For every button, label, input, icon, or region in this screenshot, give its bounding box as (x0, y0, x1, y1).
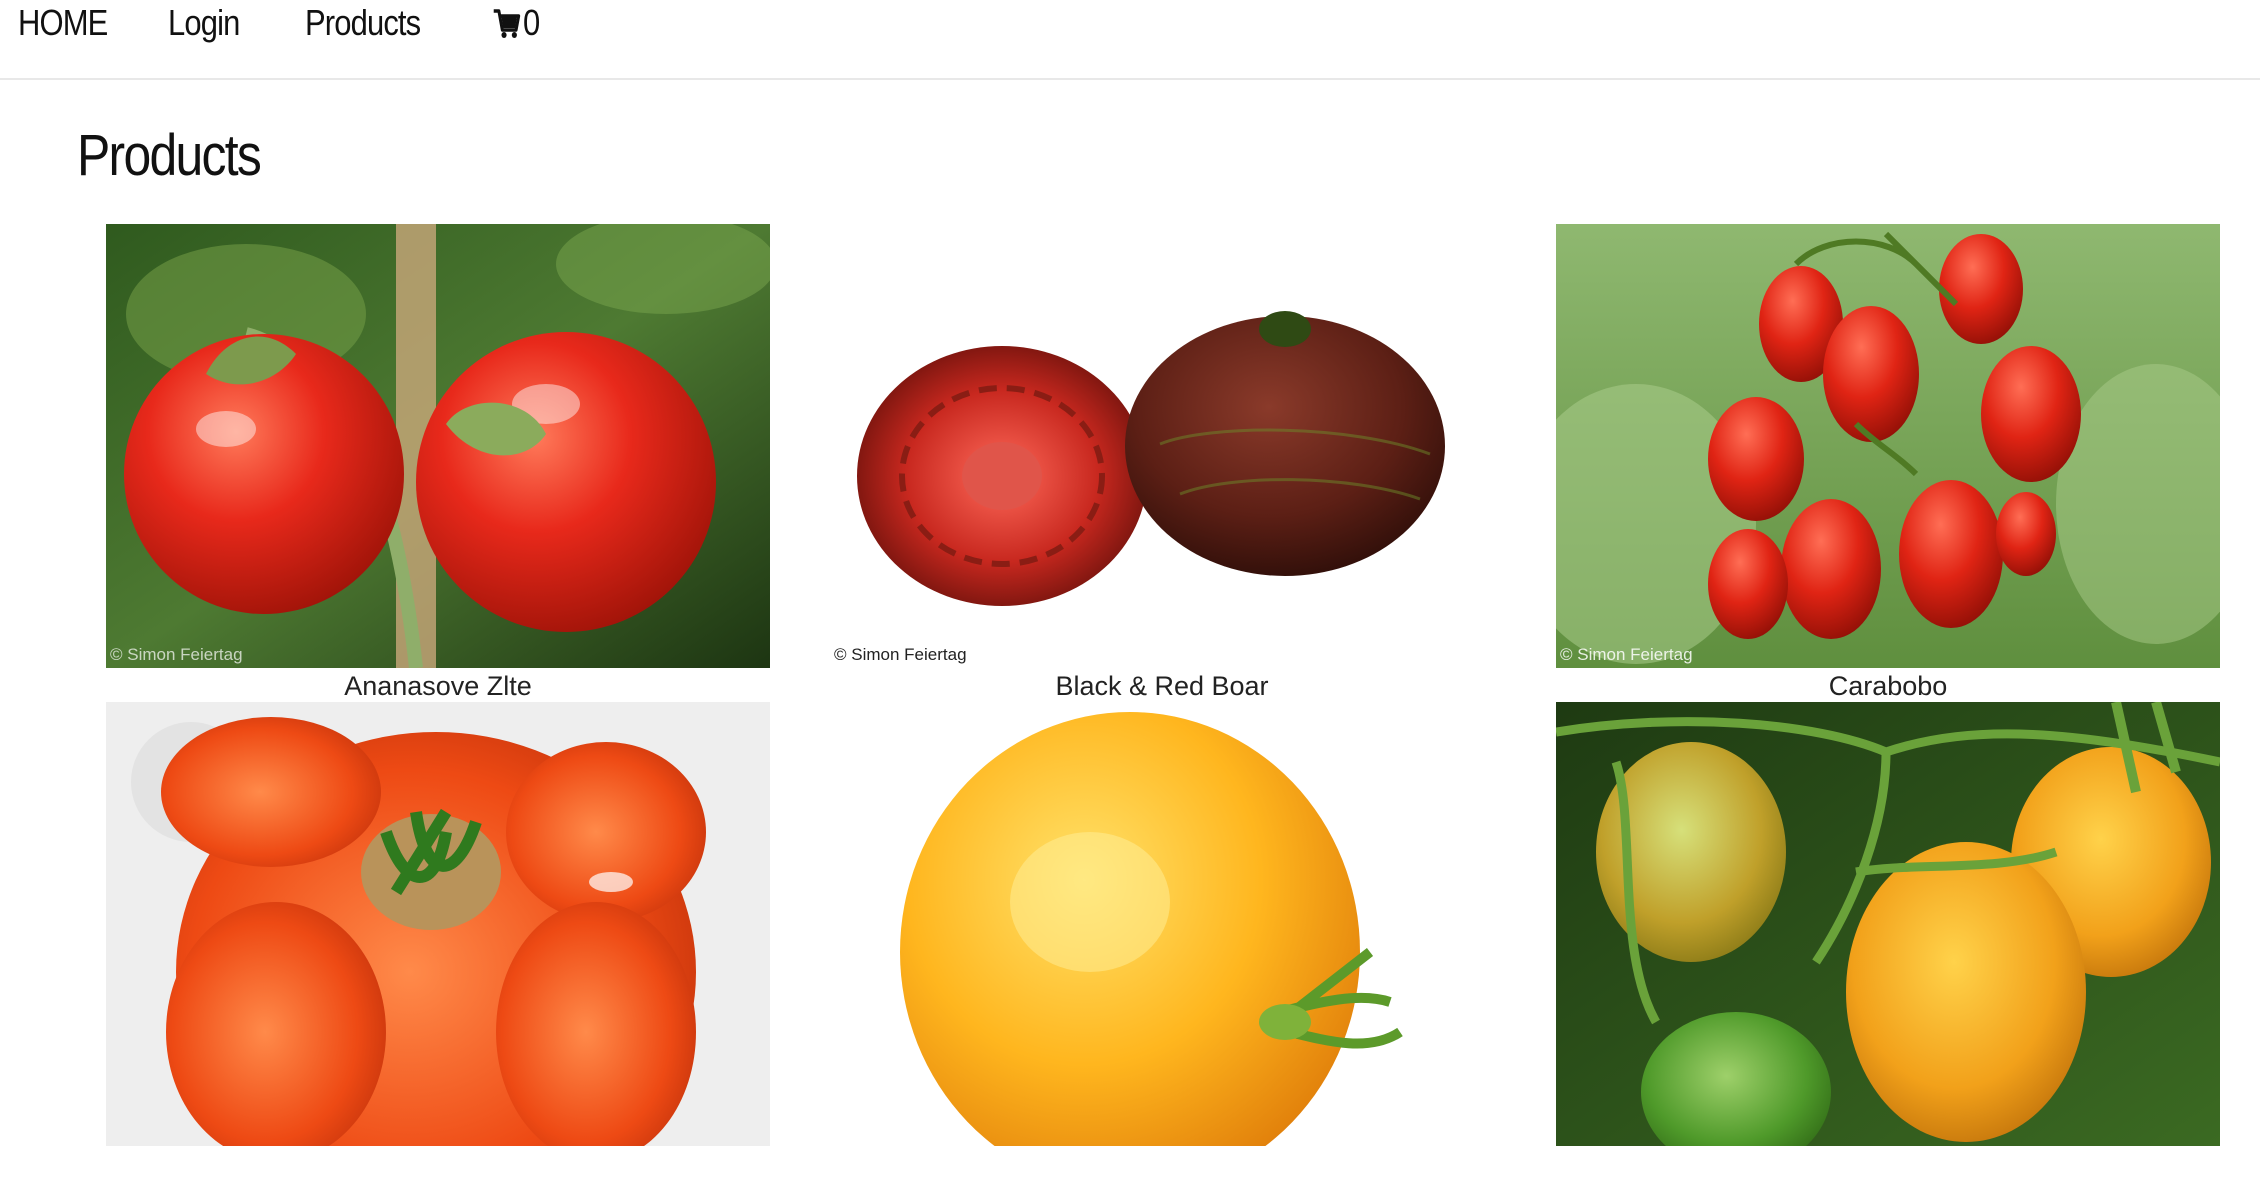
product-name[interactable]: Carabobo (1556, 668, 2220, 704)
product-image[interactable] (1556, 702, 2220, 1146)
product-name[interactable] (1556, 1146, 2220, 1182)
shopping-cart-icon (492, 6, 521, 40)
nav-products-link[interactable]: Products (305, 2, 421, 44)
nav-cart-link[interactable]: 0 (492, 2, 540, 44)
product-card[interactable] (1556, 702, 2220, 1182)
product-image[interactable]: © Simon Feiertag (830, 224, 1494, 668)
product-name[interactable] (830, 1146, 1494, 1182)
product-name[interactable] (106, 1146, 770, 1182)
watermark-text: © Simon Feiertag (1560, 645, 1693, 664)
product-image[interactable]: © Simon Feiertag (106, 224, 770, 668)
product-card[interactable] (830, 702, 1494, 1182)
product-card[interactable]: © Simon Feiertag Black & Red Boar (830, 224, 1494, 704)
nav-login-link[interactable]: Login (168, 2, 240, 44)
cart-count: 0 (522, 2, 540, 43)
product-image[interactable]: © Simon Feiertag (1556, 224, 2220, 668)
watermark-text: © Simon Feiertag (834, 645, 967, 664)
nav-home-link[interactable]: HOME (18, 2, 108, 44)
watermark-text: © Simon Feiertag (110, 645, 243, 664)
product-card[interactable] (106, 702, 770, 1182)
product-card[interactable]: © Simon Feiertag Ananasove Zlte (106, 224, 770, 704)
top-navbar: HOME Login Products 0 (0, 0, 2260, 80)
product-name[interactable]: Black & Red Boar (830, 668, 1494, 704)
product-image[interactable] (830, 702, 1494, 1146)
product-card[interactable]: © Simon Feiertag Carabobo (1556, 224, 2220, 704)
product-name[interactable]: Ananasove Zlte (106, 668, 770, 704)
page-title: Products (77, 123, 262, 188)
product-image[interactable] (106, 702, 770, 1146)
